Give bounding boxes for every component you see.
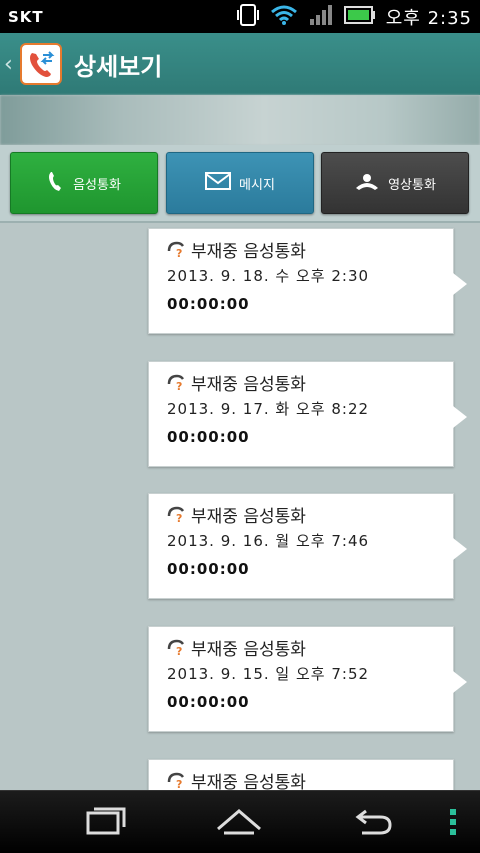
title-bar[interactable]: ‹ 상세보기 — [0, 33, 480, 95]
phone-icon — [47, 170, 65, 196]
call-duration: 00:00:00 — [167, 428, 250, 446]
missed-call-icon: ? — [167, 770, 187, 790]
missed-call-icon: ? — [167, 504, 187, 525]
call-duration: 00:00:00 — [167, 295, 250, 313]
call-duration: 00:00:00 — [167, 693, 250, 711]
call-log-entry[interactable]: ? 부재중 음성통화 — [148, 759, 454, 790]
call-type-label: 부재중 음성통화 — [191, 374, 306, 395]
svg-text:?: ? — [176, 778, 182, 790]
clock: 오후 2:35 — [385, 7, 472, 29]
missed-call-icon: ? — [167, 372, 187, 393]
status-bar: SKT 오후 2:35 — [0, 0, 480, 33]
svg-text:?: ? — [176, 645, 182, 657]
call-type-label: 부재중 음성통화 — [191, 772, 306, 791]
call-type-label: 부재중 음성통화 — [191, 241, 306, 262]
call-date: 2013. 9. 15. 일 오후 7:52 — [167, 665, 370, 683]
svg-text:?: ? — [176, 512, 182, 524]
call-duration: 00:00:00 — [167, 560, 250, 578]
call-log-entry[interactable]: ? 부재중 음성통화 2013. 9. 16. 월 오후 7:46 00:00:… — [148, 493, 467, 599]
missed-call-icon: ? — [167, 239, 187, 260]
carrier-label: SKT — [8, 7, 44, 26]
navigation-bar — [0, 790, 480, 853]
missed-call-icon: ? — [167, 637, 187, 658]
svg-text:?: ? — [176, 247, 182, 259]
battery-icon — [343, 5, 376, 29]
call-date: 2013. 9. 16. 월 오후 7:46 — [167, 532, 370, 550]
call-type-label: 부재중 음성통화 — [191, 506, 306, 527]
video-call-label: 영상통화 — [388, 177, 436, 193]
voice-call-button[interactable]: 음성통화 — [10, 152, 158, 214]
call-log-list[interactable]: ? 부재중 음성통화 2013. 9. 18. 수 오후 2:30 00:00:… — [0, 223, 480, 790]
contact-info-strip — [0, 95, 480, 145]
page-title: 상세보기 — [74, 52, 163, 81]
svg-text:?: ? — [176, 380, 182, 392]
call-date: 2013. 9. 17. 화 오후 8:22 — [167, 400, 370, 418]
wifi-icon — [270, 4, 298, 30]
call-log-icon[interactable] — [20, 43, 62, 85]
menu-icon[interactable] — [446, 807, 460, 841]
home-icon[interactable] — [214, 805, 264, 843]
chevron-left-icon[interactable]: ‹ — [4, 52, 16, 77]
voice-call-label: 음성통화 — [73, 177, 121, 193]
back-icon[interactable] — [350, 805, 394, 843]
message-label: 메시지 — [239, 177, 275, 193]
recent-apps-icon[interactable] — [84, 805, 128, 843]
call-date: 2013. 9. 18. 수 오후 2:30 — [167, 267, 370, 285]
call-log-entry[interactable]: ? 부재중 음성통화 2013. 9. 17. 화 오후 8:22 00:00:… — [148, 361, 467, 467]
video-call-button[interactable]: 영상통화 — [321, 152, 469, 214]
message-button[interactable]: 메시지 — [166, 152, 314, 214]
status-icons: 오후 2:35 — [236, 3, 472, 30]
envelope-icon — [205, 171, 232, 195]
call-type-label: 부재중 음성통화 — [191, 639, 306, 660]
call-log-entry[interactable]: ? 부재중 음성통화 2013. 9. 18. 수 오후 2:30 00:00:… — [148, 228, 467, 334]
vibrate-phone-icon — [236, 3, 260, 30]
video-call-icon — [354, 172, 380, 194]
action-button-row: 음성통화 메시지 영상통화 — [0, 145, 480, 223]
call-log-entry[interactable]: ? 부재중 음성통화 2013. 9. 15. 일 오후 7:52 00:00:… — [148, 626, 467, 732]
signal-icon — [308, 4, 334, 30]
